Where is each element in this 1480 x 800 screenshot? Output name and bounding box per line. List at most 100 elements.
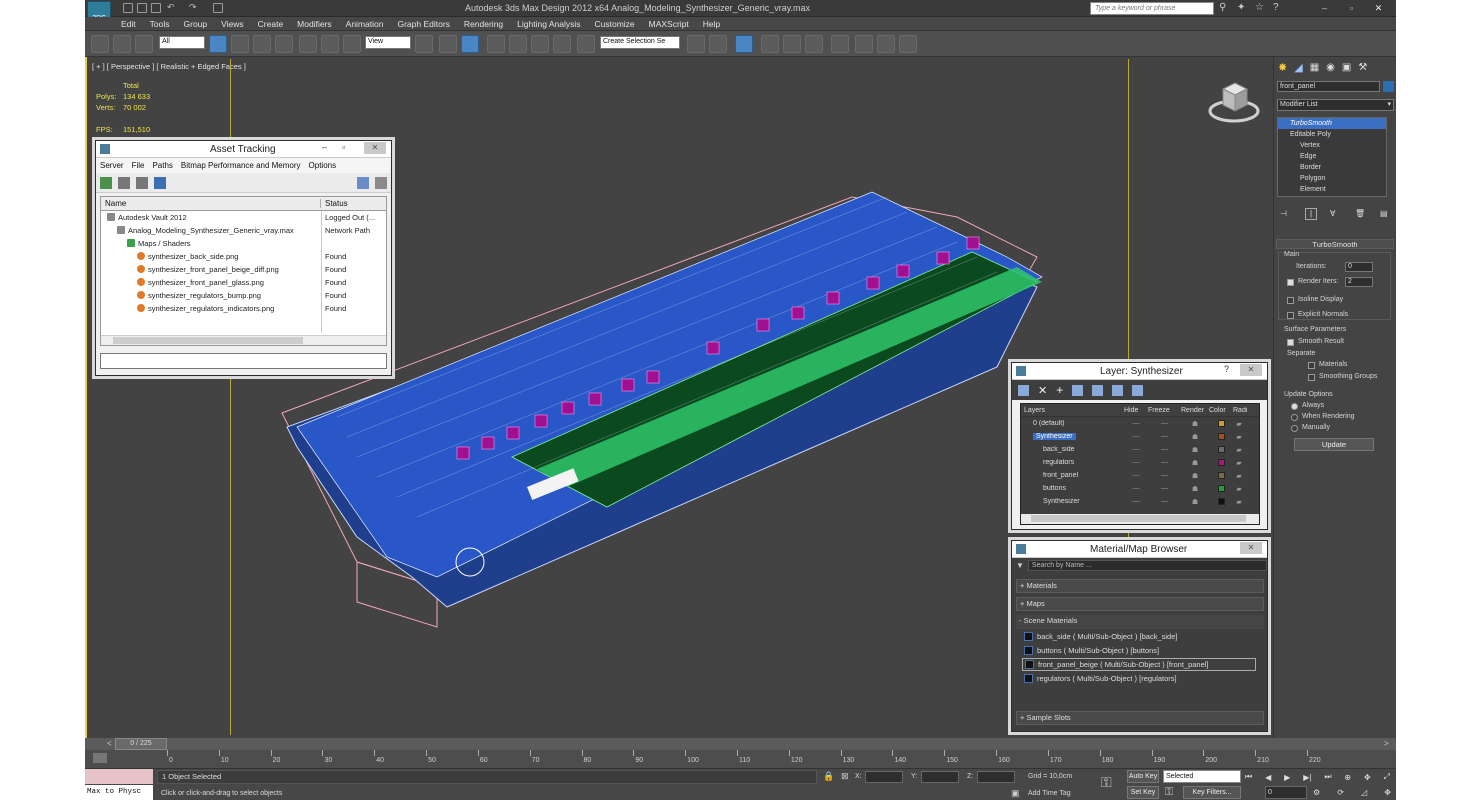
- layer-row[interactable]: Synthesizer — — ☗ ▰: [1021, 495, 1259, 508]
- viewport-label[interactable]: [ + ] [ Perspective ] [ Realistic + Edge…: [92, 62, 246, 71]
- layer-hide-toggle[interactable]: —: [1124, 485, 1148, 492]
- group-scene-materials[interactable]: - Scene Materials: [1016, 615, 1264, 629]
- render-iters-spinner[interactable]: 2: [1345, 277, 1373, 287]
- reference-coordinate-select[interactable]: View: [365, 36, 411, 49]
- hierarchy-tab-icon[interactable]: ▦: [1310, 62, 1319, 73]
- open-file-icon[interactable]: [137, 3, 147, 13]
- layer-render-toggle[interactable]: ☗: [1181, 472, 1209, 480]
- track-bar[interactable]: 0 10 20 30 40 50 60 70 80 90 100 110 120 130 140 150 160…: [85, 750, 1396, 768]
- modifier-stack-item[interactable]: Editable Poly: [1278, 129, 1386, 140]
- browser-options-icon[interactable]: ▼: [1016, 561, 1024, 570]
- when-rendering-radio[interactable]: [1291, 414, 1298, 421]
- layer-radiosity-toggle[interactable]: ▰: [1233, 420, 1245, 428]
- material-editor-icon[interactable]: [831, 35, 849, 53]
- unlink-icon[interactable]: [113, 35, 131, 53]
- browser-search-input[interactable]: Search by Name ...: [1027, 560, 1267, 571]
- scale-icon[interactable]: [343, 35, 361, 53]
- time-slider[interactable]: 0 / 225 < >: [85, 738, 1396, 750]
- minimize-icon[interactable]: –: [322, 142, 327, 152]
- scene-material-item[interactable]: regulators ( Multi/Sub-Object ) [regulat…: [1022, 672, 1256, 685]
- menu-maxscript[interactable]: MAXScript: [649, 19, 689, 29]
- layer-color-cell[interactable]: [1209, 420, 1233, 427]
- motion-tab-icon[interactable]: ◉: [1326, 62, 1335, 73]
- pin-stack-icon[interactable]: ⊣: [1280, 209, 1292, 219]
- select-manipulate-icon[interactable]: [439, 35, 457, 53]
- col-layers[interactable]: Layers: [1021, 407, 1124, 414]
- x-coordinate-field[interactable]: [865, 771, 903, 783]
- goto-start-icon[interactable]: ⏮: [1245, 772, 1252, 782]
- layer-freeze-toggle[interactable]: —: [1148, 472, 1181, 479]
- orbit-icon[interactable]: ⟳: [1337, 788, 1344, 797]
- browser-close-icon[interactable]: ✕: [1240, 542, 1262, 554]
- edit-named-selection-icon[interactable]: [577, 35, 595, 53]
- make-unique-icon[interactable]: ∀: [1330, 209, 1342, 219]
- mirror-icon[interactable]: [687, 35, 705, 53]
- modifier-stack-item[interactable]: Polygon: [1278, 173, 1386, 184]
- layer-help-icon[interactable]: ?: [1224, 364, 1229, 374]
- utilities-tab-icon[interactable]: ⚒: [1358, 62, 1367, 73]
- close-icon[interactable]: ✕: [364, 142, 386, 154]
- layer-freeze-toggle[interactable]: —: [1148, 485, 1181, 492]
- layer-hide-toggle[interactable]: —: [1124, 446, 1148, 453]
- menu-views[interactable]: Views: [221, 19, 244, 29]
- freeze-all-icon[interactable]: [1132, 384, 1144, 396]
- object-name-field[interactable]: front_panel: [1277, 81, 1380, 92]
- add-time-tag[interactable]: Add Time Tag: [1028, 790, 1071, 797]
- window-crossing-icon[interactable]: [275, 35, 293, 53]
- render-production-icon[interactable]: [899, 35, 917, 53]
- communication-center-icon[interactable]: ☆: [1255, 2, 1267, 14]
- select-in-layer-icon[interactable]: [1072, 384, 1084, 396]
- set-key-button[interactable]: Set Key: [1127, 786, 1159, 799]
- layer-horizontal-scrollbar[interactable]: [1021, 514, 1259, 524]
- add-layer-icon[interactable]: +: [1056, 383, 1063, 397]
- rendered-frame-window-icon[interactable]: [877, 35, 895, 53]
- modifier-stack-item[interactable]: Border: [1278, 162, 1386, 173]
- iterations-spinner[interactable]: 0: [1345, 262, 1373, 272]
- next-frame-button-icon[interactable]: ▶|: [1303, 773, 1311, 782]
- play-icon[interactable]: ▶: [1284, 773, 1290, 782]
- asset-row[interactable]: synthesizer_back_side.png Found: [101, 250, 386, 263]
- new-file-icon[interactable]: [123, 3, 133, 13]
- layer-freeze-toggle[interactable]: —: [1148, 498, 1181, 505]
- layer-color-cell[interactable]: [1209, 446, 1233, 453]
- maximize-viewport-icon[interactable]: ⤢: [1384, 772, 1390, 782]
- prev-frame-icon[interactable]: <: [107, 739, 112, 748]
- key-mode-select[interactable]: Selected: [1163, 770, 1241, 783]
- align-icon[interactable]: [709, 35, 727, 53]
- list-view-icon[interactable]: [118, 176, 130, 189]
- modifier-stack-item[interactable]: TurboSmooth: [1278, 118, 1386, 129]
- layer-hide-toggle[interactable]: —: [1124, 433, 1148, 440]
- menu-customize[interactable]: Customize: [594, 19, 634, 29]
- layer-render-toggle[interactable]: ☗: [1181, 498, 1209, 506]
- layer-radiosity-toggle[interactable]: ▰: [1233, 459, 1245, 467]
- angle-snap-icon[interactable]: [509, 35, 527, 53]
- percent-snap-icon[interactable]: [531, 35, 549, 53]
- zoom-icon[interactable]: ⊕: [1344, 773, 1351, 782]
- layer-row[interactable]: 0 (default) — — ☗ ▰: [1021, 417, 1259, 430]
- render-iters-checkbox[interactable]: [1287, 279, 1294, 286]
- layer-radiosity-toggle[interactable]: ▰: [1233, 446, 1245, 454]
- link-icon[interactable]: [91, 35, 109, 53]
- layer-color-cell[interactable]: [1209, 472, 1233, 479]
- layer-render-toggle[interactable]: ☗: [1181, 420, 1209, 428]
- asset-menu-server[interactable]: Server: [100, 161, 124, 170]
- z-coordinate-field[interactable]: [977, 771, 1015, 783]
- pivot-center-icon[interactable]: [415, 35, 433, 53]
- materials-checkbox[interactable]: [1308, 362, 1315, 369]
- layer-close-icon[interactable]: ✕: [1240, 364, 1262, 376]
- previous-frame-icon[interactable]: ◀: [1265, 773, 1271, 782]
- viewcube-icon[interactable]: [1205, 77, 1263, 127]
- layer-freeze-toggle[interactable]: —: [1148, 446, 1181, 453]
- smoothing-groups-checkbox[interactable]: [1308, 374, 1315, 381]
- group-materials[interactable]: + Materials: [1016, 579, 1264, 593]
- select-by-name-icon[interactable]: [231, 35, 249, 53]
- smooth-result-checkbox[interactable]: [1287, 339, 1294, 346]
- search-input[interactable]: Type a keyword or phrase: [1090, 2, 1214, 15]
- selection-lock-icon[interactable]: 🔒: [823, 771, 834, 782]
- next-frame-icon[interactable]: >: [1384, 739, 1389, 748]
- keyboard-shortcut-override-icon[interactable]: [461, 35, 479, 53]
- browser-titlebar[interactable]: Material/Map Browser ✕: [1012, 541, 1267, 558]
- asset-tracking-titlebar[interactable]: Asset Tracking – ▫ ✕: [96, 141, 391, 158]
- create-tab-icon[interactable]: ✸: [1278, 61, 1287, 74]
- project-folder-icon[interactable]: [213, 3, 223, 13]
